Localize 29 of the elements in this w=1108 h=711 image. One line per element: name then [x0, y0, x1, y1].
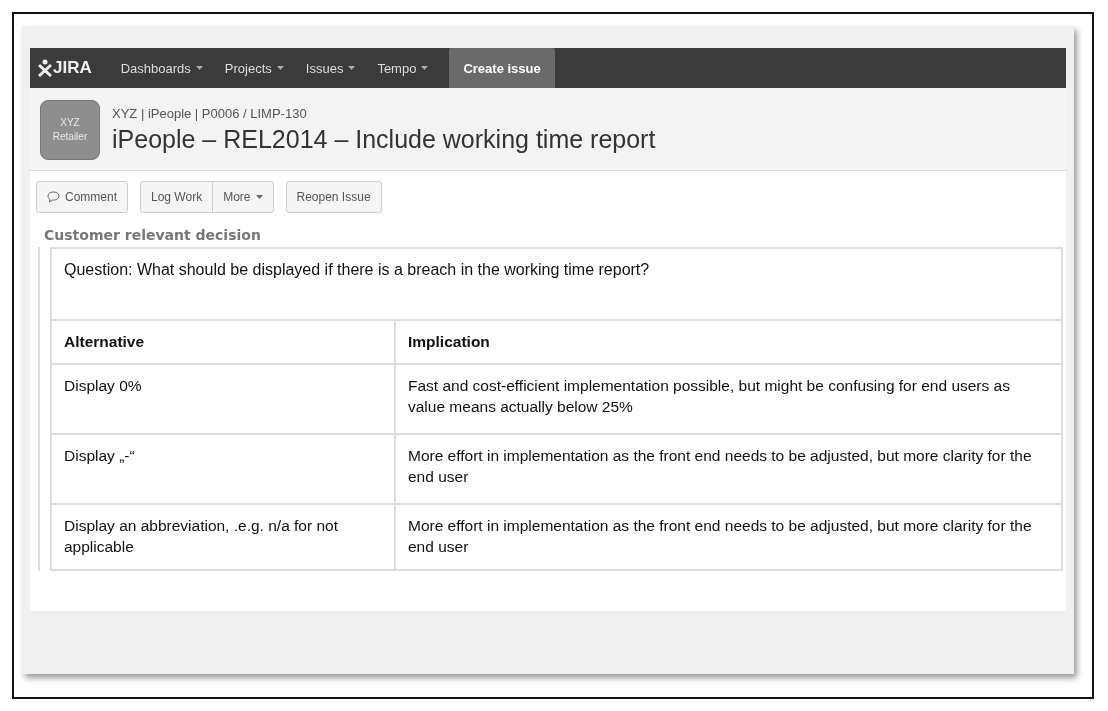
- column-header: Alternative: [51, 320, 395, 364]
- nav-menu[interactable]: Tempo: [366, 48, 440, 88]
- nav-menu[interactable]: Dashboards: [109, 48, 214, 88]
- create-issue-button[interactable]: Create issue: [449, 48, 555, 88]
- column-header: Implication: [395, 320, 1062, 364]
- more-dropdown[interactable]: More: [212, 181, 274, 213]
- toolbar-button[interactable]: Log Work: [140, 181, 214, 213]
- table-cell: Display „-“: [51, 434, 395, 504]
- issue-title: iPeople – REL2014 – Include working time report: [112, 125, 656, 154]
- section-heading: Customer relevant decision: [43, 226, 262, 245]
- logo-text[interactable]: JIRA: [53, 58, 92, 78]
- table-cell: Display 0%: [51, 364, 395, 434]
- caret-icon: [255, 195, 263, 199]
- comment-button[interactable]: Comment: [36, 181, 128, 213]
- caret-icon: [421, 66, 429, 70]
- speech-bubble-icon: [47, 191, 60, 203]
- table-cell: More effort in implementation as the front end needs to be adjusted, but more clarity for the end user: [395, 434, 1062, 504]
- caret-icon: [276, 66, 284, 70]
- question-cell: Question: What should be displayed if there is a breach in the working time report?: [51, 248, 1062, 320]
- nav-menu[interactable]: Issues: [294, 48, 367, 88]
- logo-icon: [38, 59, 52, 77]
- nav-menu[interactable]: Projects: [213, 48, 295, 88]
- toolbar-button[interactable]: Reopen Issue: [285, 181, 382, 213]
- table-cell: Display an abbreviation, .e.g. n/a for not applicable: [51, 504, 395, 570]
- caret-icon: [195, 66, 203, 70]
- breadcrumb: XYZ | iPeople | P0006 / LIMP-130: [112, 106, 308, 121]
- caret-icon: [348, 66, 356, 70]
- table-cell: More effort in implementation as the front end needs to be adjusted, but more clarity for the end user: [395, 504, 1062, 570]
- table-cell: Fast and cost-efficient implementation possible, but might be confusing for end users as value means actually below 25%: [395, 364, 1062, 434]
